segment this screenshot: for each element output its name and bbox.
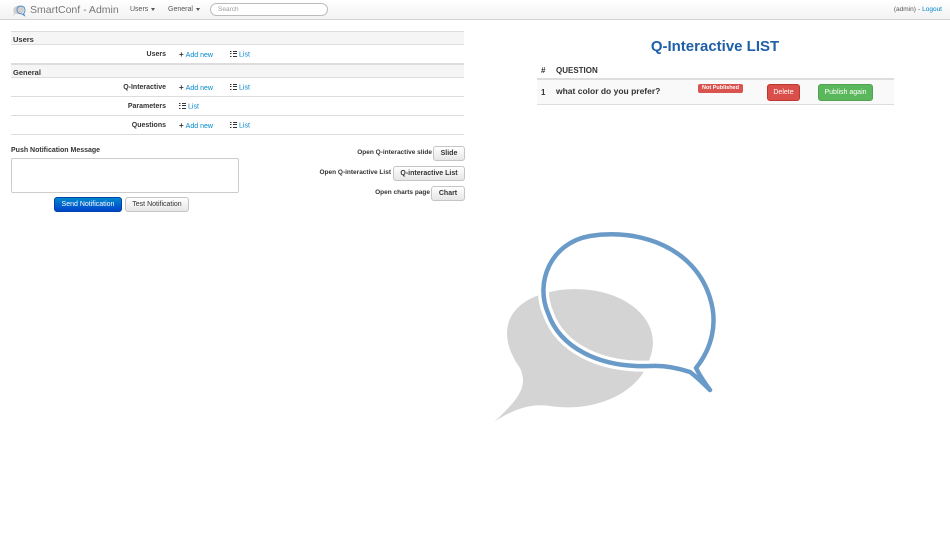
row-label-questions: Questions xyxy=(131,122,166,129)
speech-bubbles-icon xyxy=(494,228,718,422)
row-qinteractive: Q-Interactive + Add new List xyxy=(11,78,464,97)
question-text: what color do you prefer? xyxy=(556,86,661,96)
users-menu-label: Users xyxy=(130,6,149,13)
qinteractive-add-new-label: Add new xyxy=(185,85,213,92)
test-notification-button[interactable]: Test Notification xyxy=(125,197,189,212)
top-navbar: SmartConf - Admin Users General (admin)-… xyxy=(0,0,950,20)
qinteractive-list-label: List xyxy=(239,84,250,92)
users-menu[interactable]: Users xyxy=(130,6,156,13)
row-number: 1 xyxy=(541,88,546,97)
list-icon xyxy=(179,103,186,109)
list-icon xyxy=(230,122,237,128)
questions-list-link[interactable]: List xyxy=(230,122,250,130)
parameters-list-link[interactable]: List xyxy=(179,103,199,111)
list-icon xyxy=(230,84,237,90)
qinteractive-add-new-link[interactable]: + Add new xyxy=(179,83,213,93)
questions-add-new-label: Add new xyxy=(185,123,213,130)
push-notification-label: Push Notification Message xyxy=(11,147,101,154)
open-slide-label: Open Q-interactive slide xyxy=(357,149,432,156)
section-general: General xyxy=(11,64,464,78)
publish-again-button[interactable]: Publish again xyxy=(818,84,873,101)
delete-button[interactable]: Delete xyxy=(767,84,800,101)
plus-icon: + xyxy=(179,50,184,59)
row-label-qinteractive: Q-Interactive xyxy=(123,84,166,91)
slide-button[interactable]: Slide xyxy=(433,146,465,161)
questions-add-new-link[interactable]: + Add new xyxy=(179,121,213,131)
row-users: Users + Add new List xyxy=(11,45,464,64)
users-list-label: List xyxy=(239,51,250,59)
users-list-link[interactable]: List xyxy=(230,51,250,59)
chevron-down-icon xyxy=(195,7,200,11)
qinteractive-list-button[interactable]: Q-interactive List xyxy=(393,166,465,181)
push-message-textarea[interactable] xyxy=(11,158,239,193)
section-users: Users xyxy=(11,31,464,45)
users-add-new-link[interactable]: + Add new xyxy=(179,50,213,60)
logout-link[interactable]: Logout xyxy=(922,6,942,13)
current-user: (admin) xyxy=(893,6,916,13)
brand-logo-icon xyxy=(13,4,26,17)
column-number: # xyxy=(541,66,546,75)
plus-icon: + xyxy=(179,83,184,92)
questions-list-label: List xyxy=(239,122,250,130)
open-list-label: Open Q-interactive List xyxy=(319,169,391,176)
column-question: QUESTION xyxy=(556,66,598,75)
row-questions: Questions + Add new List xyxy=(11,116,464,135)
row-label-users: Users xyxy=(146,51,166,58)
qinteractive-list-link[interactable]: List xyxy=(230,84,250,92)
chart-button[interactable]: Chart xyxy=(431,186,465,201)
parameters-list-label: List xyxy=(188,103,199,111)
row-label-parameters: Parameters xyxy=(127,103,166,110)
admin-table: Users Users + Add new List General Q-Inte… xyxy=(11,31,464,135)
q-list-header: # QUESTION xyxy=(537,63,894,80)
list-icon xyxy=(230,51,237,57)
user-area: (admin) - Logout xyxy=(894,6,942,13)
brand-title: SmartConf - Admin xyxy=(30,4,119,16)
search-input[interactable] xyxy=(210,3,328,16)
send-notification-button[interactable]: Send Notification xyxy=(54,197,122,212)
plus-icon: + xyxy=(179,121,184,130)
chevron-down-icon xyxy=(151,7,156,11)
users-add-new-label: Add new xyxy=(185,52,213,59)
row-parameters: Parameters List xyxy=(11,97,464,116)
status-badge: Not Published xyxy=(698,84,743,93)
open-charts-label: Open charts page xyxy=(375,189,430,196)
q-list-title: Q-Interactive LIST xyxy=(650,38,780,55)
table-row: 1 what color do you prefer? Not Publishe… xyxy=(537,80,894,105)
q-list-table: # QUESTION 1 what color do you prefer? N… xyxy=(537,63,894,105)
brand[interactable]: SmartConf - Admin xyxy=(12,3,119,17)
general-menu[interactable]: General xyxy=(168,6,200,13)
separator: - xyxy=(917,6,921,13)
general-menu-label: General xyxy=(168,6,193,13)
